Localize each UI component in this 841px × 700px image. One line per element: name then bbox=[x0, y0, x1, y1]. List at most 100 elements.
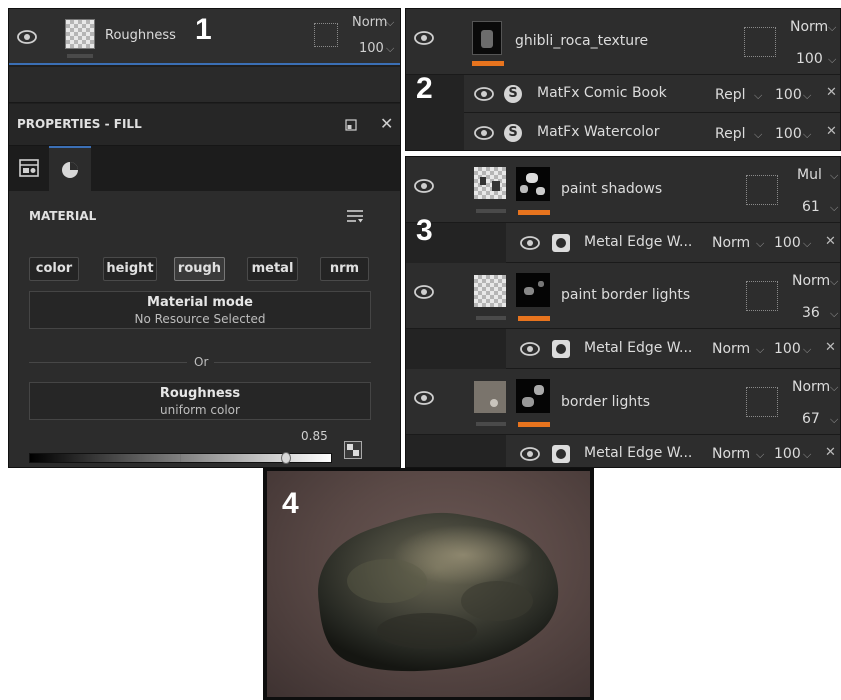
mask-slot[interactable] bbox=[744, 27, 776, 57]
eye-icon[interactable] bbox=[414, 285, 434, 299]
effect-blend[interactable]: Repl bbox=[715, 126, 746, 142]
effect-opacity[interactable]: 100 bbox=[775, 126, 802, 142]
layer-opacity[interactable]: 36 bbox=[802, 305, 820, 321]
chevron-down-icon[interactable]: ⌵ bbox=[828, 21, 836, 35]
material-section-title: MATERIAL bbox=[29, 209, 97, 223]
effect-blend[interactable]: Norm bbox=[712, 235, 750, 251]
layer-opacity[interactable]: 100 bbox=[359, 41, 384, 56]
chevron-down-icon[interactable]: ⌵ bbox=[830, 275, 838, 289]
tab-texture-set[interactable] bbox=[9, 146, 49, 191]
layer-row-paint-border-lights[interactable]: paint border lights Norm ⌵ 36 ⌵ bbox=[406, 263, 840, 329]
close-icon[interactable]: ✕ bbox=[826, 85, 837, 100]
rock-model[interactable] bbox=[267, 471, 590, 697]
effect-blend[interactable]: Repl bbox=[715, 87, 746, 103]
chevron-down-icon[interactable]: ⌵ bbox=[830, 169, 838, 183]
eye-icon[interactable] bbox=[520, 342, 540, 356]
eye-icon[interactable] bbox=[520, 447, 540, 461]
close-icon[interactable]: ✕ bbox=[825, 234, 836, 249]
effect-name: MatFx Watercolor bbox=[537, 124, 660, 140]
properties-title: PROPERTIES - FILL bbox=[17, 117, 142, 131]
effect-blend[interactable]: Norm bbox=[712, 341, 750, 357]
blend-mode[interactable]: Mul bbox=[797, 167, 822, 183]
chevron-down-icon[interactable]: ⌵ bbox=[756, 343, 764, 357]
popout-icon[interactable] bbox=[345, 119, 357, 131]
chevron-down-icon[interactable]: ⌵ bbox=[803, 343, 811, 357]
channel-color-button[interactable]: color bbox=[29, 257, 79, 281]
roughness-slot[interactable]: Roughness uniform color bbox=[29, 382, 371, 420]
chevron-down-icon[interactable]: ⌵ bbox=[803, 128, 811, 142]
chevron-down-icon[interactable]: ⌵ bbox=[830, 201, 838, 215]
blend-mode[interactable]: Norm bbox=[792, 379, 830, 395]
channel-height-button[interactable]: height bbox=[103, 257, 157, 281]
layer-opacity[interactable]: 61 bbox=[802, 199, 820, 215]
properties-tabs bbox=[9, 146, 400, 191]
layer-row-paint-shadows[interactable]: paint shadows Mul ⌵ 61 ⌵ bbox=[406, 157, 840, 223]
chevron-down-icon[interactable]: ⌵ bbox=[830, 381, 838, 395]
effect-opacity[interactable]: 100 bbox=[774, 446, 801, 462]
effect-opacity[interactable]: 100 bbox=[775, 87, 802, 103]
close-icon[interactable]: ✕ bbox=[825, 445, 836, 460]
eye-icon[interactable] bbox=[17, 30, 37, 44]
swatch-icon[interactable] bbox=[344, 441, 362, 459]
close-icon[interactable]: ✕ bbox=[380, 114, 393, 133]
mask-slot[interactable] bbox=[314, 23, 338, 47]
layer-opacity[interactable]: 100 bbox=[796, 51, 823, 67]
chevron-down-icon[interactable]: ⌵ bbox=[756, 237, 764, 251]
layer-indicator-orange bbox=[518, 210, 550, 215]
layer-thumbnail bbox=[474, 381, 506, 413]
eye-icon[interactable] bbox=[414, 179, 434, 193]
chevron-down-icon[interactable]: ⌵ bbox=[803, 237, 811, 251]
effect-row-metal-edge-1[interactable]: Metal Edge W... Norm ⌵ 100 ⌵ ✕ bbox=[506, 223, 840, 263]
layer-opacity[interactable]: 67 bbox=[802, 411, 820, 427]
chevron-down-icon[interactable]: ⌵ bbox=[803, 448, 811, 462]
blend-mode[interactable]: Norm bbox=[792, 273, 830, 289]
material-mode-slot[interactable]: Material mode No Resource Selected bbox=[29, 291, 371, 329]
tab-material[interactable] bbox=[49, 146, 91, 191]
chevron-down-icon[interactable]: ⌵ bbox=[803, 89, 811, 103]
close-icon[interactable]: ✕ bbox=[826, 124, 837, 139]
chevron-down-icon[interactable]: ⌵ bbox=[386, 16, 394, 30]
chevron-down-icon[interactable]: ⌵ bbox=[830, 413, 838, 427]
eye-icon[interactable] bbox=[414, 31, 434, 45]
chevron-down-icon[interactable]: ⌵ bbox=[386, 42, 394, 56]
mask-slot[interactable] bbox=[746, 281, 778, 311]
blend-mode[interactable]: Norm bbox=[352, 15, 387, 30]
layer-row-roughness[interactable]: Roughness 1 Norm ⌵ 100 ⌵ bbox=[9, 9, 400, 65]
mask-slot[interactable] bbox=[746, 175, 778, 205]
channel-nrm-button[interactable]: nrm bbox=[320, 257, 369, 281]
slider-value: 0.85 bbox=[301, 429, 328, 443]
chevron-down-icon[interactable]: ⌵ bbox=[830, 307, 838, 321]
close-icon[interactable]: ✕ bbox=[825, 340, 836, 355]
chevron-down-icon[interactable]: ⌵ bbox=[754, 89, 762, 103]
texture-thumbnail bbox=[472, 21, 502, 55]
viewport-render[interactable]: 4 bbox=[263, 468, 594, 700]
roughness-slider[interactable] bbox=[29, 452, 332, 464]
layer-row-ghibli[interactable]: ghibli_roca_texture Norm ⌵ 100 ⌵ bbox=[406, 9, 840, 75]
effect-row-comic[interactable]: S MatFx Comic Book Repl ⌵ 100 ⌵ ✕ bbox=[464, 75, 840, 113]
layer-row-border-lights[interactable]: border lights Norm ⌵ 67 ⌵ bbox=[406, 369, 840, 435]
chevron-down-icon[interactable]: ⌵ bbox=[754, 128, 762, 142]
effect-opacity[interactable]: 100 bbox=[774, 341, 801, 357]
eye-icon[interactable] bbox=[474, 87, 494, 101]
blend-mode[interactable]: Norm bbox=[790, 19, 828, 35]
panel-number-4: 4 bbox=[282, 487, 299, 520]
effect-opacity[interactable]: 100 bbox=[774, 235, 801, 251]
mask-thumbnail bbox=[516, 167, 550, 201]
list-icon[interactable] bbox=[347, 209, 363, 223]
eye-icon[interactable] bbox=[520, 236, 540, 250]
chevron-down-icon[interactable]: ⌵ bbox=[828, 53, 836, 67]
mask-thumbnail bbox=[516, 273, 550, 307]
effect-blend[interactable]: Norm bbox=[712, 446, 750, 462]
channel-metal-button[interactable]: metal bbox=[247, 257, 298, 281]
slider-handle[interactable] bbox=[281, 452, 291, 464]
effect-row-watercolor[interactable]: S MatFx Watercolor Repl ⌵ 100 ⌵ ✕ bbox=[464, 113, 840, 150]
panel-number-1: 1 bbox=[195, 13, 212, 46]
effect-row-metal-edge-2[interactable]: Metal Edge W... Norm ⌵ 100 ⌵ ✕ bbox=[506, 329, 840, 369]
eye-icon[interactable] bbox=[414, 391, 434, 405]
mask-icon bbox=[552, 340, 570, 358]
channel-rough-button[interactable]: rough bbox=[174, 257, 225, 281]
eye-icon[interactable] bbox=[474, 126, 494, 140]
mask-slot[interactable] bbox=[746, 387, 778, 417]
chevron-down-icon[interactable]: ⌵ bbox=[756, 448, 764, 462]
effect-row-metal-edge-3[interactable]: Metal Edge W... Norm ⌵ 100 ⌵ ✕ bbox=[506, 435, 840, 467]
